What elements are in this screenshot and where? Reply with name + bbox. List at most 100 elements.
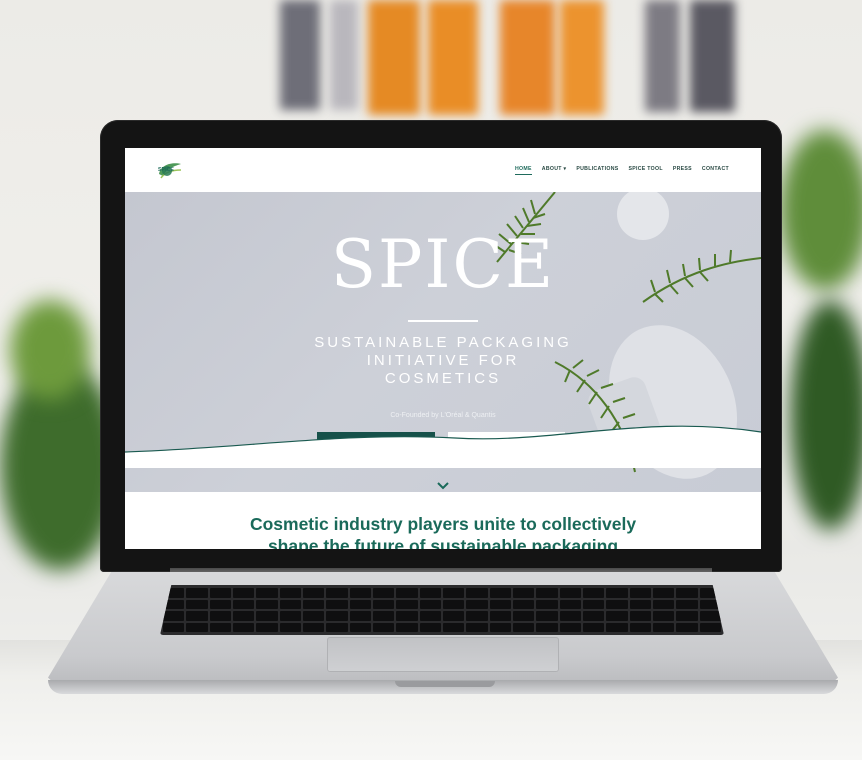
hero-subtitle-line: COSMETICS [384, 370, 502, 387]
keyboard-key [513, 588, 535, 598]
keyboard-key [186, 622, 208, 632]
hero-title: SPICE [330, 226, 556, 303]
keyboard-key [513, 611, 535, 621]
keyboard-key [443, 599, 465, 609]
keyboard-key [349, 588, 371, 598]
book [500, 0, 555, 115]
keyboard-key [396, 588, 418, 598]
keyboard-key [373, 622, 395, 632]
plant-right [780, 130, 862, 290]
keyboard-key [396, 611, 418, 621]
hero-wave [125, 425, 761, 468]
laptop-screen: SPICE HOME ABOUT ▾ PUBLICATIONS SPICE TO… [125, 148, 761, 549]
keyboard-key [606, 622, 628, 632]
keyboard-key [349, 599, 371, 609]
keyboard-key [233, 588, 255, 598]
keyboard-key [536, 588, 558, 598]
keyboard-key [629, 622, 651, 632]
keyboard-key [256, 622, 278, 632]
nav-contact[interactable]: CONTACT [702, 166, 729, 175]
book [645, 0, 680, 112]
keyboard-key [676, 588, 698, 598]
keyboard-key [233, 622, 255, 632]
keyboard-key [419, 611, 441, 621]
keyboard-key [466, 588, 488, 598]
site-logo[interactable]: SPICE [155, 158, 185, 182]
keyboard-key [443, 611, 465, 621]
hero-subtitle-line: SUSTAINABLE PACKAGING [314, 334, 572, 351]
keyboard-key [466, 622, 488, 632]
keyboard-key [676, 599, 698, 609]
book [330, 0, 358, 110]
keyboard-key [349, 611, 371, 621]
keyboard-key [256, 588, 278, 598]
keyboard-key [163, 611, 185, 621]
keyboard-key [559, 622, 581, 632]
keyboard-key [653, 588, 675, 598]
keyboard-key [606, 588, 628, 598]
keyboard-key [303, 599, 325, 609]
keyboard-key [186, 599, 208, 609]
keyboard-key [396, 599, 418, 609]
laptop-notch [395, 681, 495, 687]
nav-press[interactable]: PRESS [673, 166, 692, 175]
keyboard-key [303, 611, 325, 621]
keyboard-key [466, 599, 488, 609]
keyboard-key [676, 611, 698, 621]
keyboard-key [699, 611, 721, 621]
keyboard-key [326, 622, 348, 632]
book [690, 0, 735, 112]
keyboard-key [186, 588, 208, 598]
plant-right [790, 300, 862, 530]
keyboard-key [256, 599, 278, 609]
keyboard-key [209, 622, 231, 632]
keyboard-key [373, 588, 395, 598]
laptop-trackpad [327, 637, 559, 672]
keyboard-key [163, 622, 185, 632]
book [428, 0, 478, 115]
hero-subtitle: SUSTAINABLE PACKAGING INITIATIVE FOR COS… [125, 334, 761, 388]
book [280, 0, 320, 110]
keyboard-key [489, 611, 511, 621]
page-headline: Cosmetic industry players unite to colle… [125, 513, 761, 549]
keyboard-key [209, 588, 231, 598]
keyboard-key [629, 599, 651, 609]
keyboard-key [373, 599, 395, 609]
keyboard-key [279, 622, 301, 632]
keyboard-key [326, 599, 348, 609]
keyboard-key [326, 588, 348, 598]
keyboard-key [583, 622, 605, 632]
nav-about[interactable]: ABOUT ▾ [542, 166, 567, 175]
keyboard-key [606, 611, 628, 621]
keyboard-key [606, 599, 628, 609]
site-header: SPICE HOME ABOUT ▾ PUBLICATIONS SPICE TO… [125, 148, 761, 192]
book [368, 0, 420, 115]
main-nav: HOME ABOUT ▾ PUBLICATIONS SPICE TOOL PRE… [515, 166, 729, 175]
keyboard-key [489, 588, 511, 598]
book [560, 0, 604, 115]
keyboard-key [466, 611, 488, 621]
logo-wordmark: SPICE [158, 167, 175, 173]
keyboard-key [279, 588, 301, 598]
keyboard-key [583, 611, 605, 621]
keyboard-key [419, 599, 441, 609]
nav-spice-tool[interactable]: SPICE TOOL [629, 166, 663, 175]
keyboard-key [349, 622, 371, 632]
keyboard-key [536, 611, 558, 621]
keyboard-key [256, 611, 278, 621]
keyboard-key [233, 611, 255, 621]
keyboard-key [489, 599, 511, 609]
nav-home[interactable]: HOME [515, 166, 532, 175]
keyboard-key [559, 611, 581, 621]
keyboard-key [559, 588, 581, 598]
nav-publications[interactable]: PUBLICATIONS [576, 166, 618, 175]
keyboard-key [676, 622, 698, 632]
headline-line: Cosmetic industry players unite to colle… [249, 514, 637, 534]
keyboard-key [653, 599, 675, 609]
keyboard-key [536, 622, 558, 632]
chevron-down-icon[interactable] [436, 481, 450, 491]
keyboard-key [279, 599, 301, 609]
spice-logo-icon: SPICE [155, 158, 185, 182]
keyboard-key [186, 611, 208, 621]
keyboard-key [629, 611, 651, 621]
